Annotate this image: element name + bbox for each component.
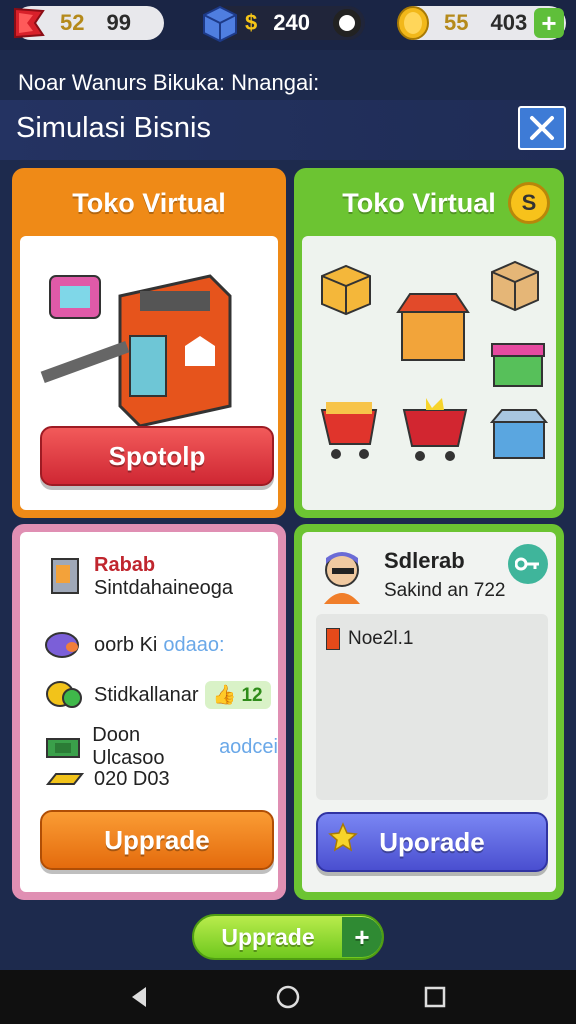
health-value-b: 99 (106, 10, 131, 35)
profile-card: Sdlerab Sakind an 722 Noe2l.1 Uporade (294, 524, 564, 900)
item-color-icon (326, 628, 340, 650)
upgrade-button-right[interactable]: Uporade (316, 812, 548, 872)
recents-icon[interactable] (422, 984, 448, 1010)
cardboard-box-icon[interactable] (488, 256, 542, 312)
top-resource-bar: 52 99 $ 240 55 403 + (0, 0, 576, 50)
stats-card: Rabab Sintdahaineoga oorb Ki odaao: Stid… (12, 524, 286, 900)
upgrade-label: Uporade (379, 826, 485, 857)
cart-full-icon[interactable] (398, 392, 472, 464)
blue-crate-icon (199, 2, 241, 44)
donut-icon (42, 628, 86, 662)
coins-resource[interactable]: 55 403 + (397, 6, 566, 40)
row-title: Rabab (94, 554, 156, 576)
close-icon (530, 116, 554, 140)
cash-resource[interactable]: $ 240 (203, 5, 365, 43)
stat-row: oorb Ki odaao: (42, 628, 225, 662)
star-icon (328, 822, 358, 852)
row-hint: aodcei (219, 735, 278, 758)
gold-coin-icon (392, 2, 434, 44)
system-navigation-bar (0, 970, 576, 1024)
item-label: Noe2l.1 (348, 628, 414, 649)
coins-value-a: 55 (444, 10, 469, 35)
thumb-icon: 👍 (212, 685, 237, 706)
plus-icon: + (342, 917, 382, 957)
key-icon (515, 557, 539, 571)
card-title: Toko Virtual (72, 188, 226, 218)
upgrade-button-left[interactable]: Upprade (40, 810, 274, 870)
row-badge: 👍 12 (204, 681, 271, 709)
chest-icon[interactable] (396, 288, 470, 366)
upgrade-main-label: Upprade (221, 923, 315, 950)
key-button[interactable] (508, 544, 548, 584)
gift-box-icon[interactable] (490, 336, 546, 390)
stat-row: 020 D03 (42, 762, 170, 796)
back-icon[interactable] (126, 984, 152, 1010)
red-flag-icon (8, 2, 50, 44)
inventory-grid (302, 236, 556, 510)
home-icon[interactable] (275, 984, 301, 1010)
avatar (324, 552, 360, 604)
cash-bundle-icon (42, 730, 84, 764)
stat-row: Stidkallanar 👍 12 (42, 678, 271, 712)
subtitle: Noar Wanurs Bikuka: Nnangai: (18, 70, 320, 95)
card-body: Rabab Sintdahaineoga oorb Ki odaao: Stid… (20, 532, 278, 892)
user-text: Sakind an 722 (384, 580, 506, 601)
health-value-a: 52 (60, 10, 85, 35)
cash-symbol: $ (245, 10, 258, 35)
upgrade-main-button[interactable]: Upprade + (192, 914, 384, 960)
cash-value: 240 (273, 10, 310, 35)
virtual-store-card-left: Toko Virtual Spotolp (12, 168, 286, 518)
row-text: Sintdahaineoga (94, 577, 234, 599)
close-button[interactable] (518, 106, 566, 150)
add-coins-button[interactable]: + (534, 8, 564, 38)
shopping-cart-icon[interactable] (316, 392, 384, 464)
row-text: Stidkallanar (94, 683, 199, 706)
health-resource[interactable]: 52 99 (14, 6, 164, 40)
user-name: Sdlerab (384, 548, 465, 573)
spotolp-button[interactable]: Spotolp (40, 426, 274, 486)
item-panel: Noe2l.1 (316, 614, 548, 800)
register-box-icon[interactable] (490, 406, 548, 464)
goods-box-icon[interactable] (316, 256, 376, 316)
machine-icon (42, 558, 86, 594)
gold-bar-icon (42, 762, 86, 796)
coins-value-b: 403 (490, 10, 528, 35)
row-text: 020 D03 (94, 767, 170, 790)
card-body: Sdlerab Sakind an 722 Noe2l.1 Uporade (302, 532, 556, 892)
stat-row: Rabab Sintdahaineoga (42, 554, 233, 600)
virtual-store-card-right: Toko Virtual S (294, 168, 564, 518)
row-hint: odaao: (163, 633, 225, 656)
store-badge[interactable]: S (508, 182, 550, 224)
coin-stack-icon (42, 678, 86, 712)
row-text: oorb Ki (94, 633, 158, 656)
card-body: Spotolp (20, 236, 278, 510)
settings-icon[interactable] (333, 9, 361, 37)
page-title: Simulasi Bisnis (16, 112, 211, 144)
vending-machine-icon (40, 274, 232, 426)
